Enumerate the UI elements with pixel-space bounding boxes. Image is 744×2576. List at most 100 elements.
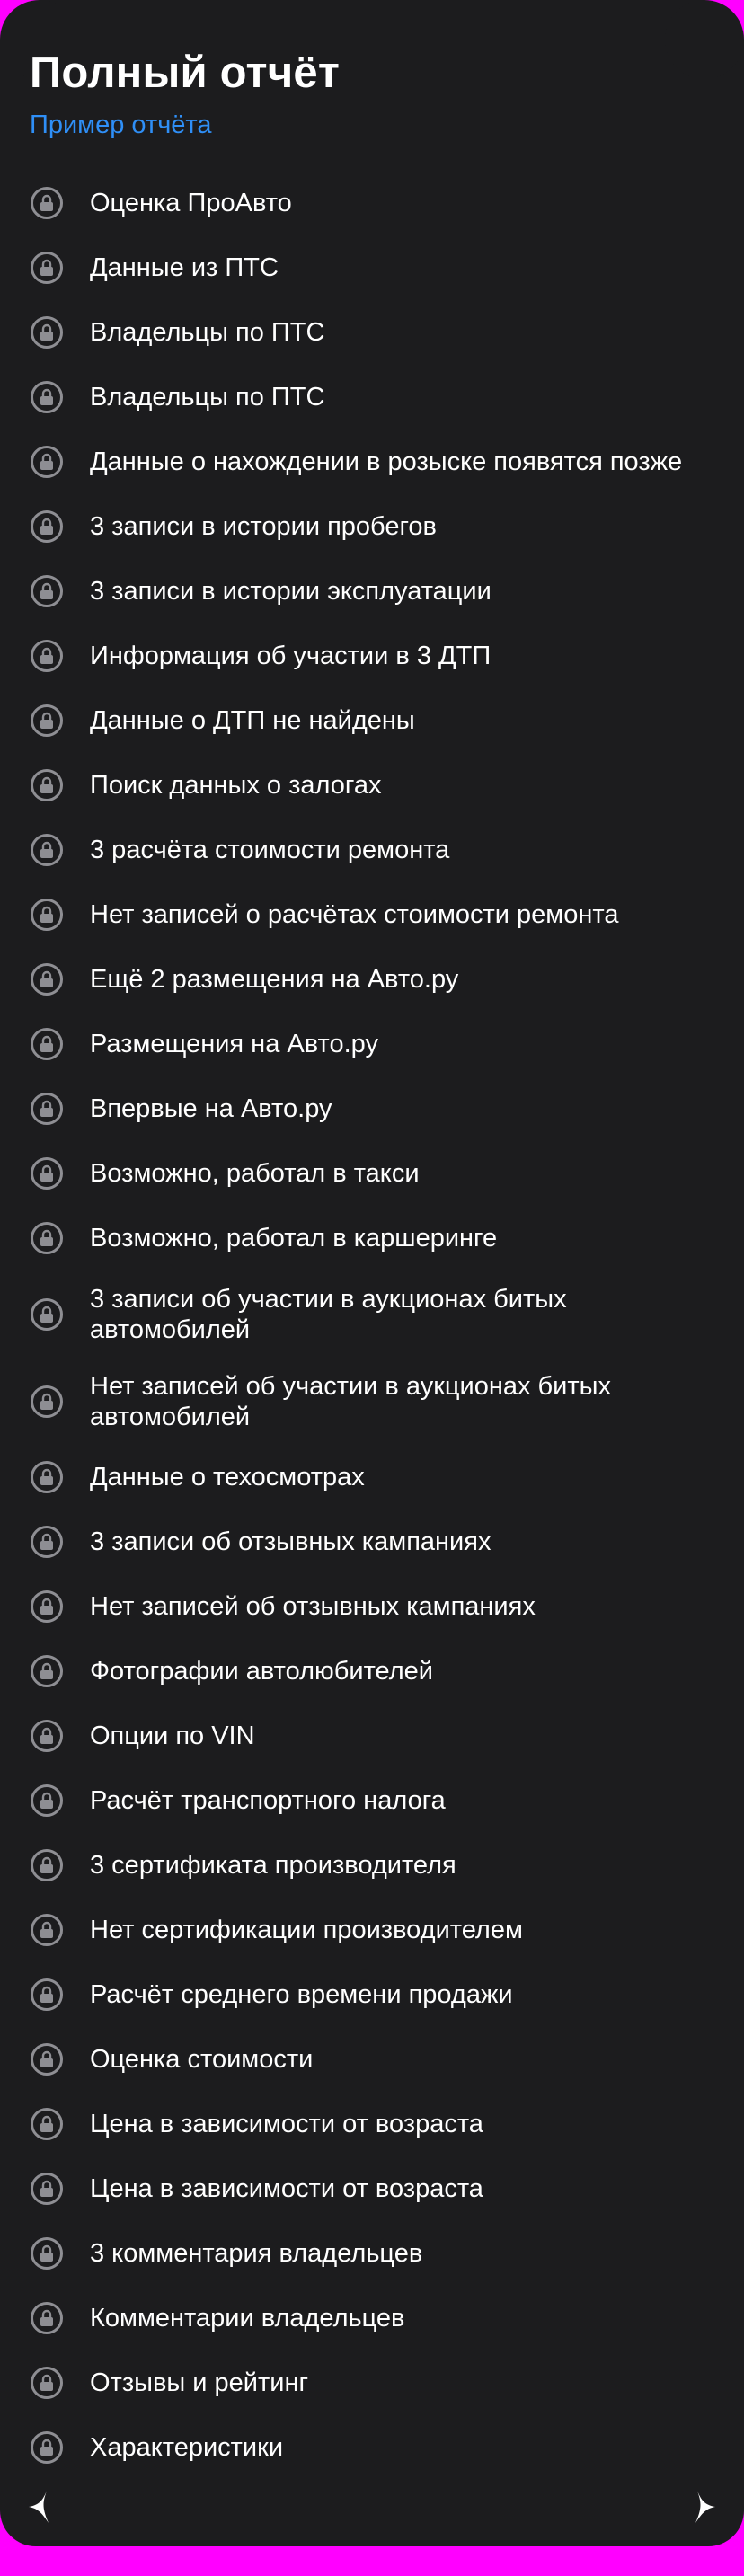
lock-icon (31, 1028, 63, 1060)
report-item-label: Отзывы и рейтинг (90, 2368, 309, 2397)
report-item[interactable]: Информация об участии в 3 ДТП (30, 624, 722, 688)
report-item[interactable]: Нет записей об участии в аукционах битых… (30, 1358, 722, 1445)
lock-icon (31, 769, 63, 801)
lock-icon (31, 640, 63, 672)
report-item[interactable]: 3 записи об отзывных кампаниях (30, 1509, 722, 1574)
report-item-label: Информация об участии в 3 ДТП (90, 642, 492, 670)
report-item[interactable]: Опции по VIN (30, 1704, 722, 1768)
report-item-label: Нет сертификации производителем (90, 1916, 523, 1944)
lock-icon (31, 1978, 63, 2011)
report-item-label: Нет записей об участии в аукционах битых… (90, 1371, 611, 1431)
lock-icon (31, 1157, 63, 1190)
report-item[interactable]: Нет записей о расчётах стоимости ремонта (30, 882, 722, 947)
report-item[interactable]: Владельцы по ПТС (30, 300, 722, 365)
report-item-label: Комментарии владельцев (90, 2304, 405, 2333)
lock-icon (31, 1720, 63, 1752)
report-item[interactable]: 3 сертификата производителя (30, 1833, 722, 1898)
card-corner-left (0, 0, 79, 79)
report-item-label: Данные о ДТП не найдены (90, 706, 415, 735)
lock-icon (31, 1526, 63, 1558)
report-item[interactable]: Данные о техосмотрах (30, 1445, 722, 1509)
sample-report-link[interactable]: Пример отчёта (30, 109, 212, 141)
lock-icon (31, 1093, 63, 1125)
report-item[interactable]: Цена в зависимости от возраста (30, 2156, 722, 2221)
report-item-label: 3 записи в истории эксплуатации (90, 577, 492, 606)
lock-icon (31, 2043, 63, 2076)
report-item[interactable]: 3 записи об участии в аукционах битых ав… (30, 1270, 722, 1358)
report-item-label: Впервые на Авто.ру (90, 1094, 332, 1123)
report-item-label: Данные о нахождении в розыске появятся п… (90, 447, 683, 476)
lock-icon (31, 1222, 63, 1254)
report-item[interactable]: Цена в зависимости от возраста (30, 2092, 722, 2156)
report-item-label: Оценка ПроАвто (90, 189, 292, 217)
report-item[interactable]: Нет сертификации производителем (30, 1898, 722, 1962)
report-item[interactable]: Поиск данных о залогах (30, 753, 722, 818)
lock-icon (31, 963, 63, 996)
lock-icon (31, 1784, 63, 1817)
report-item[interactable]: Оценка стоимости (30, 2027, 722, 2092)
report-item[interactable]: Расчёт среднего времени продажи (30, 1962, 722, 2027)
report-item[interactable]: Данные о нахождении в розыске появятся п… (30, 429, 722, 494)
report-item-label: Данные из ПТС (90, 253, 279, 282)
lock-icon (31, 316, 63, 349)
report-item-label: Опции по VIN (90, 1722, 255, 1750)
report-item[interactable]: 3 расчёта стоимости ремонта (30, 818, 722, 882)
lock-icon (31, 2108, 63, 2140)
lock-icon (31, 704, 63, 737)
report-item[interactable]: Возможно, работал в каршеринге (30, 1206, 722, 1270)
lock-icon (31, 381, 63, 413)
report-item[interactable]: Данные о ДТП не найдены (30, 688, 722, 753)
report-item[interactable]: 3 записи в истории эксплуатации (30, 559, 722, 624)
sparkle-left-icon (29, 2491, 49, 2523)
report-item-label: 3 комментария владельцев (90, 2239, 423, 2268)
report-item[interactable]: 3 комментария владельцев (30, 2221, 722, 2286)
lock-icon (31, 187, 63, 219)
card-corner-right (665, 0, 744, 79)
lock-icon (31, 575, 63, 607)
lock-icon (31, 899, 63, 931)
report-item[interactable]: Впервые на Авто.ру (30, 1076, 722, 1141)
report-item-label: Поиск данных о залогах (90, 771, 382, 800)
report-item[interactable]: Расчёт транспортного налога (30, 1768, 722, 1833)
report-item-label: 3 записи об участии в аукционах битых ав… (90, 1284, 567, 1344)
report-item[interactable]: Нет записей об отзывных кампаниях (30, 1574, 722, 1639)
report-item-label: Цена в зависимости от возраста (90, 2110, 483, 2138)
report-item[interactable]: Данные из ПТС (30, 235, 722, 300)
report-item[interactable]: Характеристики (30, 2415, 722, 2480)
report-item-label: Нет записей о расчётах стоимости ремонта (90, 900, 619, 929)
report-item[interactable]: Размещения на Авто.ру (30, 1012, 722, 1076)
lock-icon (31, 1385, 63, 1418)
lock-icon (31, 446, 63, 478)
report-item[interactable]: Владельцы по ПТС (30, 365, 722, 429)
report-item-label: Возможно, работал в каршеринге (90, 1224, 498, 1253)
page-title: Полный отчёт (30, 49, 341, 97)
report-item[interactable]: Фотографии автолюбителей (30, 1639, 722, 1704)
report-item[interactable]: Комментарии владельцев (30, 2286, 722, 2350)
lock-icon (31, 2302, 63, 2334)
report-item-label: Владельцы по ПТС (90, 318, 325, 347)
report-card: Полный отчёт Пример отчёта Оценка ПроАвт… (0, 0, 744, 2546)
report-item-label: Возможно, работал в такси (90, 1159, 420, 1188)
report-item-label: Цена в зависимости от возраста (90, 2174, 483, 2203)
lock-icon (31, 252, 63, 284)
report-item[interactable]: Возможно, работал в такси (30, 1141, 722, 1206)
lock-icon (31, 1914, 63, 1946)
lock-icon (31, 2367, 63, 2399)
report-item[interactable]: Отзывы и рейтинг (30, 2350, 722, 2415)
report-item-label: Фотографии автолюбителей (90, 1657, 433, 1686)
report-item[interactable]: Ещё 2 размещения на Авто.ру (30, 947, 722, 1012)
report-item-label: Данные о техосмотрах (90, 1463, 365, 1492)
report-item-label: 3 записи об отзывных кампаниях (90, 1527, 492, 1556)
report-item-label: Владельцы по ПТС (90, 383, 325, 412)
lock-icon (31, 510, 63, 543)
report-item[interactable]: 3 записи в истории пробегов (30, 494, 722, 559)
lock-icon (31, 2173, 63, 2205)
report-item[interactable]: Оценка ПроАвто (30, 171, 722, 235)
report-item-label: Расчёт транспортного налога (90, 1786, 446, 1815)
lock-icon (31, 1590, 63, 1623)
report-item-label: Ещё 2 размещения на Авто.ру (90, 965, 459, 994)
report-item-label: Размещения на Авто.ру (90, 1030, 378, 1058)
lock-icon (31, 1297, 63, 1331)
report-item-label: 3 сертификата производителя (90, 1851, 456, 1880)
report-item-label: 3 записи в истории пробегов (90, 512, 437, 541)
